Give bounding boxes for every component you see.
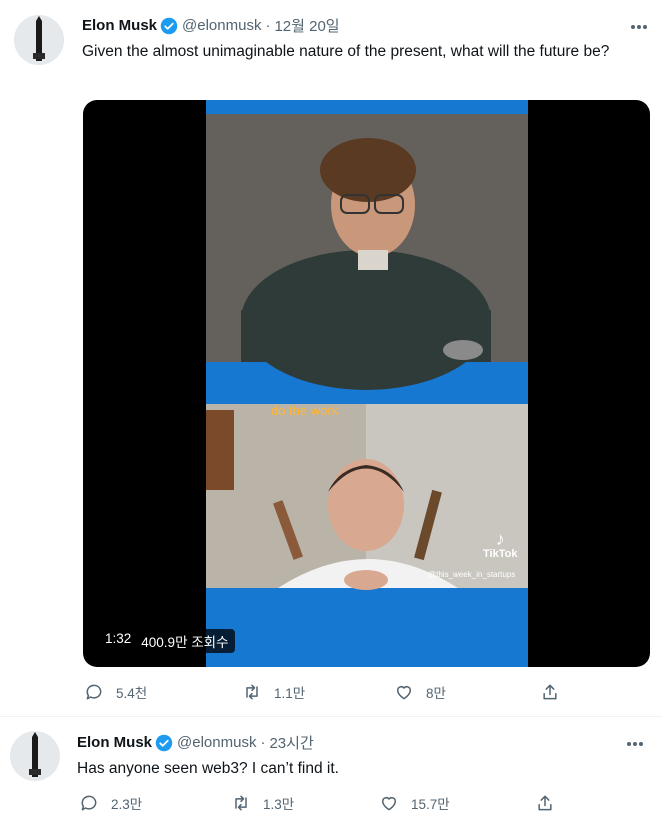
timestamp[interactable]: 23시간 (269, 732, 313, 753)
tweet-text: Has anyone seen web3? I can’t find it. (77, 760, 339, 777)
verified-badge-icon (160, 17, 178, 34)
separator: · (265, 17, 271, 34)
tiktok-brand: TikTok (483, 548, 518, 560)
video-frame: do the work (206, 100, 528, 667)
like-count: 15.7만 (411, 797, 450, 812)
more-icon[interactable] (628, 16, 650, 38)
retweet-button[interactable]: 1.1만 (242, 682, 305, 702)
handle[interactable]: @elonmusk (177, 734, 256, 751)
tweet-header: Elon Musk @elonmusk · 12월 20일 (82, 15, 340, 36)
share-icon (543, 684, 557, 700)
tweet-text: Given the almost unimaginable nature of … (82, 43, 610, 60)
retweet-icon (246, 684, 258, 700)
reply-icon (86, 684, 102, 700)
video-duration: 1:32 (105, 631, 132, 646)
tweet-1[interactable]: Elon Musk @elonmusk · 12월 20일 Given the … (0, 0, 662, 715)
reply-icon (81, 795, 97, 811)
avatar-starship-image (14, 15, 64, 65)
tweet-2[interactable]: Elon Musk @elonmusk · 23시간 Has anyone se… (0, 717, 662, 823)
like-icon (382, 797, 396, 811)
share-icon (538, 795, 552, 811)
timestamp[interactable]: 12월 20일 (274, 15, 339, 36)
display-name[interactable]: Elon Musk (82, 17, 157, 34)
like-icon (397, 686, 411, 700)
tiktok-icon: ♪ (495, 529, 505, 549)
retweet-count: 1.1만 (274, 686, 306, 701)
share-button[interactable] (540, 682, 560, 702)
handle[interactable]: @elonmusk (182, 17, 261, 34)
video-info-badge: 1:32 400.9만 조회수 (99, 629, 235, 653)
reply-count: 2.3만 (111, 797, 143, 812)
like-button[interactable]: 8만 (394, 682, 446, 702)
video-views: 400.9만 조회수 (141, 635, 229, 650)
more-icon[interactable] (624, 733, 646, 755)
video-caption-overlay: do the work (271, 403, 339, 418)
reply-button[interactable]: 2.3만 (79, 793, 142, 813)
tiktok-handle: @this_week_in_startups (428, 570, 516, 579)
avatar-starship-image (10, 731, 60, 781)
reply-button[interactable]: 5.4천 (84, 682, 147, 702)
tiktok-watermark: ♪ TikTok (483, 530, 517, 560)
avatar[interactable] (10, 731, 60, 781)
video-player[interactable]: do the work ♪ TikTok @this_week_in_start… (83, 100, 650, 667)
tweet-header: Elon Musk @elonmusk · 23시간 (77, 732, 314, 753)
display-name[interactable]: Elon Musk (77, 734, 152, 751)
avatar[interactable] (14, 15, 64, 65)
separator: · (260, 734, 266, 751)
reply-count: 5.4천 (116, 686, 148, 701)
retweet-count: 1.3만 (263, 797, 295, 812)
retweet-button[interactable]: 1.3만 (231, 793, 294, 813)
like-count: 8만 (426, 686, 446, 701)
verified-badge-icon (155, 734, 173, 751)
share-button[interactable] (535, 793, 555, 813)
like-button[interactable]: 15.7만 (379, 793, 450, 813)
retweet-icon (235, 795, 247, 811)
